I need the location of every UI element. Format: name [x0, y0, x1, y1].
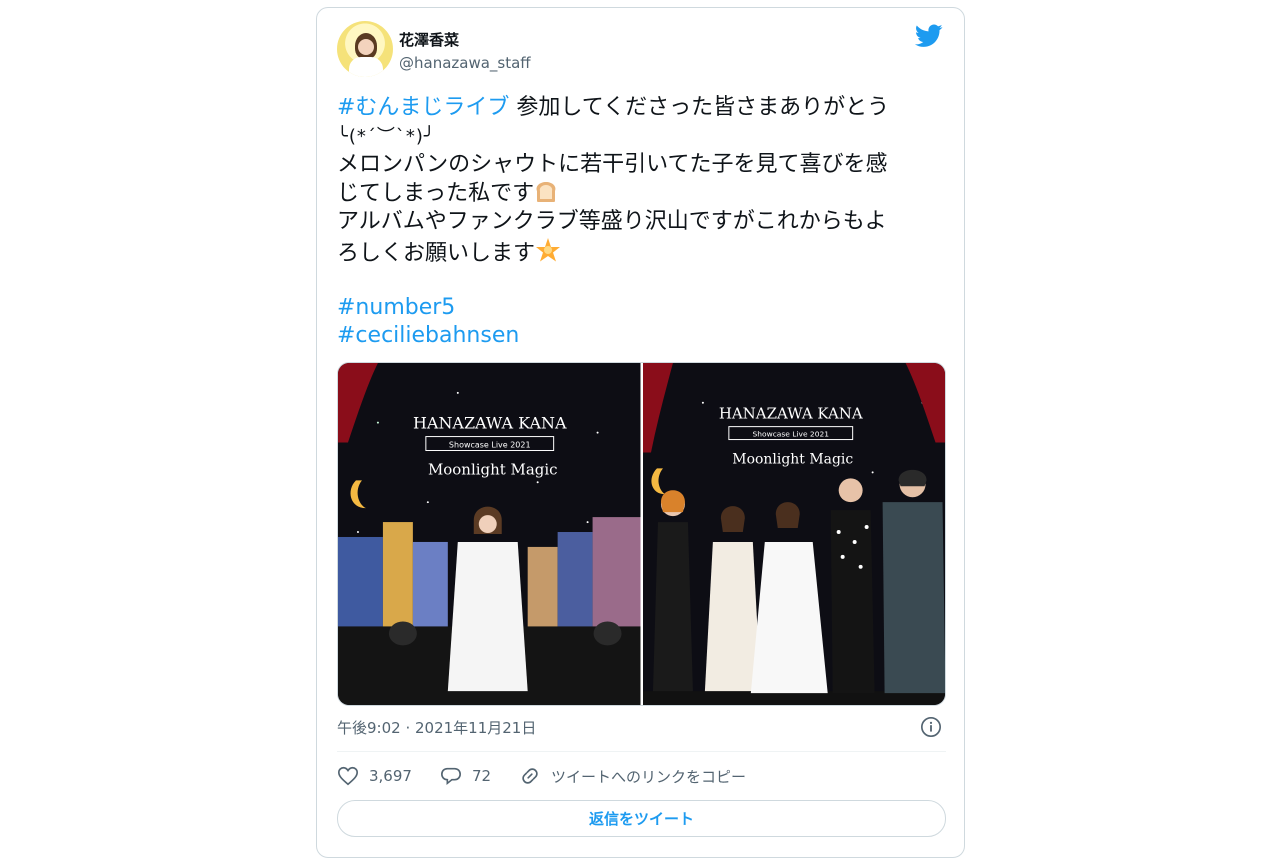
tweet-line-4: じてしまった私です: [337, 180, 937, 209]
tweet-reply-button[interactable]: 返信をツイート: [337, 800, 946, 837]
photo-1[interactable]: HANAZAWA KANA Showcase Live 2021 Moonlig…: [338, 363, 641, 705]
tweet-line-5: アルバムやファンクラブ等盛り沢山ですがこれからもよ: [337, 209, 887, 234]
bread-emoji: [536, 181, 556, 202]
photo-2-subtitle: Showcase Live 2021: [752, 430, 829, 439]
media-grid: HANAZAWA KANA Showcase Live 2021 Moonlig…: [337, 362, 946, 706]
tweet-line-1: #むんまじライブ 参加してくださった皆さまありがとう: [337, 95, 890, 120]
info-icon[interactable]: [920, 716, 942, 738]
twitter-bird-icon[interactable]: [915, 24, 943, 48]
tweet-timestamp[interactable]: 午後9:02 · 2021年11月21日: [337, 718, 536, 738]
photo-1-title: HANAZAWA KANA: [413, 414, 567, 433]
reply-bubble-icon: [440, 767, 461, 786]
photo-2-title: HANAZAWA KANA: [718, 405, 862, 423]
avatar[interactable]: [337, 21, 393, 77]
reply-count: 72: [471, 767, 492, 785]
hashtag-number5[interactable]: #number5: [337, 294, 937, 323]
heart-icon: [338, 766, 358, 786]
tweet-line-kaomoji: ╰(*´︶`*)╯: [337, 125, 436, 147]
tweet-line-3: メロンパンのシャウトに若干引いてた子を見て喜びを感: [337, 152, 888, 177]
tweet-line-6: ろしくお願いします: [337, 237, 937, 266]
photo-1-show: Moonlight Magic: [428, 460, 558, 478]
photo-2[interactable]: HANAZAWA KANA Showcase Live 2021 Moonlig…: [642, 363, 945, 705]
like-count: 3,697: [369, 767, 412, 785]
reply-action-button[interactable]: 72: [440, 765, 491, 787]
photo-1-subtitle: Showcase Live 2021: [449, 441, 531, 450]
author-handle[interactable]: @hanazawa_staff: [399, 53, 531, 73]
link-icon: [522, 768, 538, 784]
star-emoji: [536, 237, 561, 261]
action-bar: 3,697 72 ツイートへのリンクをコピー: [337, 764, 774, 788]
copy-link-label: ツイートへのリンクをコピー: [551, 767, 747, 786]
hashtag-link[interactable]: #むんまじライブ: [337, 95, 509, 120]
copy-link-button[interactable]: ツイートへのリンクをコピー: [519, 765, 746, 787]
like-button[interactable]: 3,697: [337, 765, 412, 787]
hashtag-ceciliebahnsen[interactable]: #ceciliebahnsen: [337, 322, 937, 351]
divider: [337, 751, 946, 752]
tweet-text: #むんまじライブ 参加してくださった皆さまありがとう ╰(*´︶`*)╯ メロン…: [337, 94, 937, 351]
author-display-name[interactable]: 花澤香菜: [399, 30, 459, 50]
tweet-card: 花澤香菜 @hanazawa_staff #むんまじライブ 参加してくださった皆…: [316, 7, 965, 858]
photo-2-show: Moonlight Magic: [732, 451, 853, 467]
